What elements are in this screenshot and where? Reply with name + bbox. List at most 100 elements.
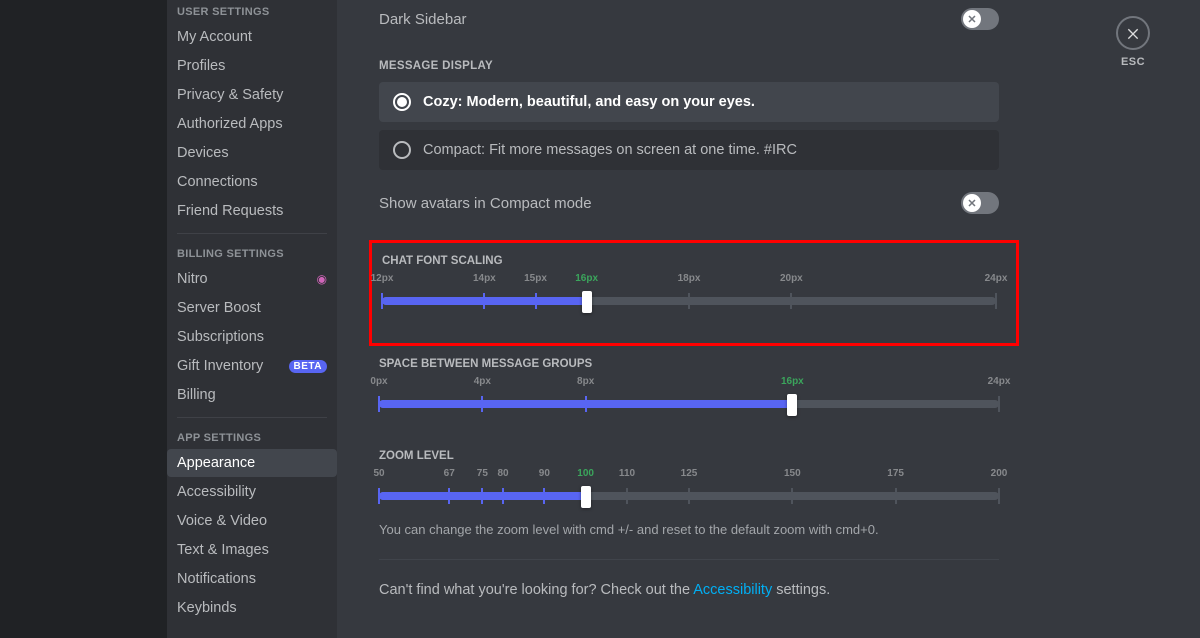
message-display-compact[interactable]: Compact: Fit more messages on screen at …	[379, 130, 999, 170]
sidebar-item-label: Gift Inventory	[177, 358, 263, 374]
sidebar-item-label: Appearance	[177, 455, 255, 471]
sidebar-item-keybinds[interactable]: Keybinds	[167, 594, 337, 622]
beta-badge: BETA	[289, 360, 327, 373]
sidebar-item-devices[interactable]: Devices	[167, 139, 337, 167]
sidebar-item-appearance[interactable]: Appearance	[167, 449, 337, 477]
show-avatars-toggle[interactable]: ✕	[961, 192, 999, 214]
sidebar-item-label: Friend Requests	[177, 203, 283, 219]
sidebar-item-gift-inventory[interactable]: Gift Inventory BETA	[167, 352, 337, 380]
sidebar-item-text-images[interactable]: Text & Images	[167, 536, 337, 564]
slider-tick	[378, 396, 380, 412]
slider-tick	[790, 293, 792, 309]
divider	[379, 559, 999, 560]
show-avatars-row: Show avatars in Compact mode ✕	[379, 178, 999, 228]
slider-tick	[483, 293, 485, 309]
slider-thumb[interactable]	[787, 394, 797, 416]
slider-tick-label: 15px	[524, 273, 547, 284]
left-gutter	[0, 0, 167, 638]
sidebar-group-header: USER SETTINGS	[167, 0, 337, 22]
slider-tick-label: 75	[477, 468, 488, 479]
slider-tick-label: 175	[887, 468, 904, 479]
slider-tick	[688, 488, 690, 504]
radio-icon	[393, 141, 411, 159]
slider-tick-label: 150	[784, 468, 801, 479]
sidebar-group-header: BILLING SETTINGS	[167, 242, 337, 264]
sidebar-item-label: Notifications	[177, 571, 256, 587]
zoom-help-text: You can change the zoom level with cmd +…	[379, 522, 999, 537]
highlight-box: CHAT FONT SCALING 12px14px15px16px18px20…	[369, 240, 1019, 346]
sidebar-item-my-account[interactable]: My Account	[167, 23, 337, 51]
sidebar-item-accessibility[interactable]: Accessibility	[167, 478, 337, 506]
slider-tick	[535, 293, 537, 309]
sidebar-divider	[177, 233, 327, 234]
slider-tick	[381, 293, 383, 309]
message-display-cozy[interactable]: Cozy: Modern, beautiful, and easy on you…	[379, 82, 999, 122]
slider-tick	[895, 488, 897, 504]
slider-tick	[998, 488, 1000, 504]
slider-tick	[448, 488, 450, 504]
sidebar-item-label: Server Boost	[177, 300, 261, 316]
dark-sidebar-toggle[interactable]: ✕	[961, 8, 999, 30]
sidebar-item-label: Accessibility	[177, 484, 256, 500]
slider-tick	[481, 488, 483, 504]
slider-tick-label: 20px	[780, 273, 803, 284]
sidebar-item-profiles[interactable]: Profiles	[167, 52, 337, 80]
chat-font-scaling-slider[interactable]: 12px14px15px16px18px20px24px	[382, 287, 996, 321]
sidebar-item-billing[interactable]: Billing	[167, 381, 337, 409]
sidebar-item-friend-requests[interactable]: Friend Requests	[167, 197, 337, 225]
sidebar-item-notifications[interactable]: Notifications	[167, 565, 337, 593]
slider-tick-label: 14px	[473, 273, 496, 284]
zoom-level-slider[interactable]: 5067758090100110125150175200	[379, 482, 999, 516]
slider-tick	[626, 488, 628, 504]
slider-tick-label: 110	[619, 468, 635, 479]
zoom-level-header: ZOOM LEVEL	[379, 450, 999, 462]
close-button[interactable]: ESC	[1116, 16, 1150, 68]
sidebar-item-label: Profiles	[177, 58, 225, 74]
accessibility-link[interactable]: Accessibility	[693, 582, 772, 598]
sidebar-item-subscriptions[interactable]: Subscriptions	[167, 323, 337, 351]
chat-font-scaling-header: CHAT FONT SCALING	[382, 255, 996, 267]
slider-tick	[995, 293, 997, 309]
slider-tick	[543, 488, 545, 504]
radio-icon	[393, 93, 411, 111]
slider-tick	[998, 396, 1000, 412]
sidebar-item-authorized-apps[interactable]: Authorized Apps	[167, 110, 337, 138]
sidebar-item-nitro[interactable]: Nitro◉	[167, 265, 337, 293]
compact-label: Compact: Fit more messages on screen at …	[423, 142, 797, 158]
sidebar-group-header: APP SETTINGS	[167, 426, 337, 448]
slider-tick-label: 100	[577, 468, 594, 479]
slider-thumb[interactable]	[582, 291, 592, 313]
slider-tick	[481, 396, 483, 412]
slider-tick-label: 90	[539, 468, 550, 479]
message-display-header: MESSAGE DISPLAY	[379, 60, 999, 72]
space-between-slider[interactable]: 0px4px8px16px24px	[379, 390, 999, 424]
slider-tick-label: 4px	[474, 376, 491, 387]
sidebar-item-privacy-safety[interactable]: Privacy & Safety	[167, 81, 337, 109]
sidebar-item-label: My Account	[177, 29, 252, 45]
slider-thumb[interactable]	[581, 486, 591, 508]
slider-tick	[502, 488, 504, 504]
slider-tick-label: 8px	[577, 376, 594, 387]
slider-tick-label: 16px	[575, 273, 598, 284]
space-between-header: SPACE BETWEEN MESSAGE GROUPS	[379, 358, 999, 370]
sidebar-item-connections[interactable]: Connections	[167, 168, 337, 196]
sidebar-item-label: Authorized Apps	[177, 116, 283, 132]
settings-content: ESC Dark Sidebar ✕ MESSAGE DISPLAY Cozy:…	[337, 0, 1200, 638]
cozy-label: Cozy: Modern, beautiful, and easy on you…	[423, 94, 755, 110]
slider-tick-label: 0px	[370, 376, 387, 387]
show-avatars-label: Show avatars in Compact mode	[379, 195, 592, 212]
sidebar-item-label: Keybinds	[177, 600, 237, 616]
sidebar-item-voice-video[interactable]: Voice & Video	[167, 507, 337, 535]
slider-tick-label: 18px	[678, 273, 701, 284]
sidebar-divider	[177, 417, 327, 418]
slider-tick	[791, 488, 793, 504]
slider-tick-label: 24px	[988, 376, 1011, 387]
sidebar-item-label: Nitro	[177, 271, 208, 287]
dark-sidebar-row: Dark Sidebar ✕	[379, 0, 999, 44]
footer-text: Can't find what you're looking for? Chec…	[379, 582, 999, 598]
slider-tick	[585, 396, 587, 412]
sidebar-item-server-boost[interactable]: Server Boost	[167, 294, 337, 322]
close-label: ESC	[1116, 56, 1150, 68]
slider-tick-label: 16px	[781, 376, 804, 387]
sidebar-item-label: Billing	[177, 387, 216, 403]
